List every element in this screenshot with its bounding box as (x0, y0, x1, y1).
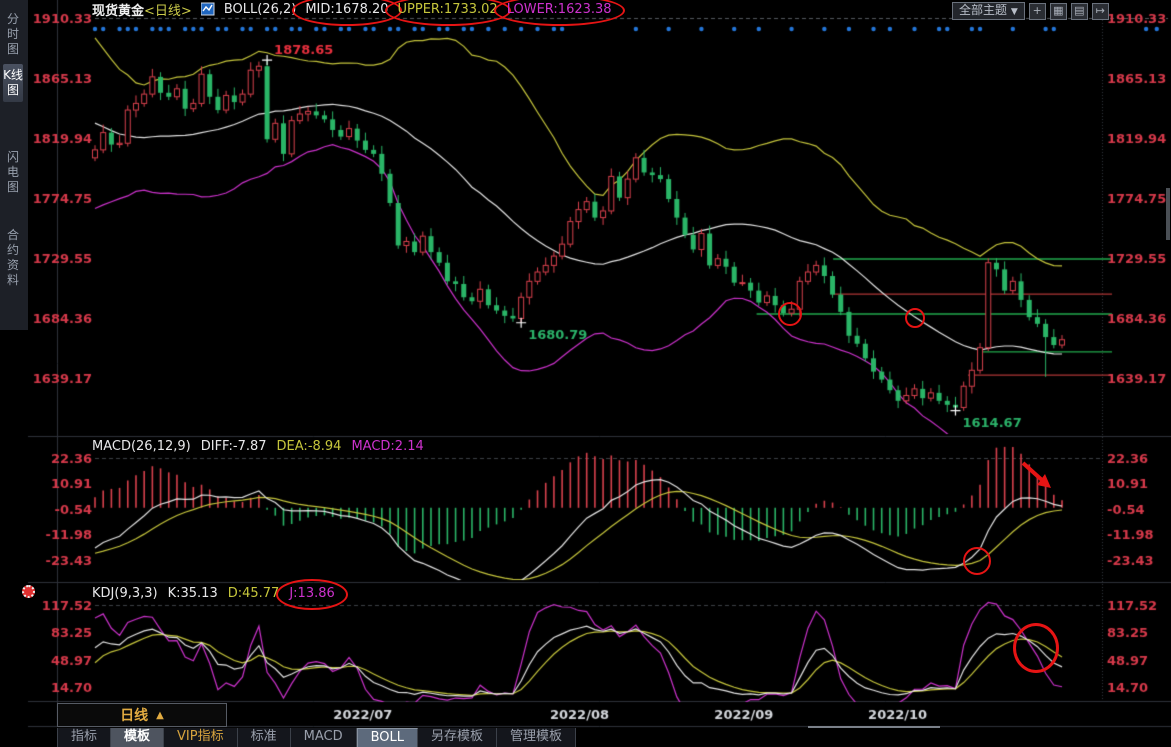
kdj-j-value: J:13.86 (289, 586, 334, 601)
kdj-title: KDJ(9,3,3) (92, 586, 158, 601)
macd-panel-header: MACD(26,12,9) DIFF:-7.87 DEA:-8.94 MACD:… (92, 439, 424, 454)
sidebar-item-flash[interactable]: 闪电图 (3, 146, 23, 199)
macd-dea-value: DEA:-8.94 (277, 439, 342, 454)
period-selector[interactable]: 日线 ▲ (57, 703, 227, 727)
boll-indicator-icon (201, 2, 215, 16)
boll-upper-value: UPPER:1733.02 (398, 2, 498, 17)
kdj-alert-icon (22, 585, 35, 598)
vertical-scrollbar-thumb[interactable] (1166, 188, 1170, 240)
sidebar-item-label: 分时图 (7, 12, 19, 56)
toolbar: 全部主题 ▼ + ▦ ▤ ↦ (952, 2, 1109, 20)
region-zoom-button[interactable]: ▦ (1050, 3, 1067, 20)
sidebar-item-kline[interactable]: K线图 (3, 64, 23, 102)
kdj-k-value: K:35.13 (168, 586, 218, 601)
period-label: 日线 (120, 705, 148, 725)
macd-diff-value: DIFF:-7.87 (201, 439, 267, 454)
symbol-name: 现货黄金 (92, 0, 144, 19)
sidebar-item-label: 合约资料 (7, 228, 19, 287)
pop-out-button[interactable]: ↦ (1092, 3, 1109, 20)
main-chart-header: 现货黄金<日线> BOLL(26,2) MID:1678.20 UPPER:17… (92, 1, 612, 17)
sidebar: 分时图 K线图 闪电图 合约资料 (0, 0, 29, 330)
kdj-panel-header: KDJ(9,3,3) K:35.13 D:45.77 J:13.86 (92, 586, 335, 601)
period-tag: <日线> (144, 0, 192, 19)
tab-templates[interactable]: 模板 (111, 728, 164, 747)
sidebar-item-timeline[interactable]: 分时图 (3, 8, 23, 61)
theme-dropdown-label: 全部主题 (959, 3, 1007, 17)
axis-zoom-button[interactable]: ▤ (1071, 3, 1088, 20)
boll-mid-value: MID:1678.20 (305, 2, 388, 17)
sidebar-item-contract-info[interactable]: 合约资料 (3, 224, 23, 292)
tab-manage-templates[interactable]: 管理模板 (497, 728, 576, 747)
tab-save-template[interactable]: 另存模板 (418, 728, 497, 747)
tab-macd[interactable]: MACD (291, 728, 357, 747)
tab-standard[interactable]: 标准 (238, 728, 291, 747)
crosshair-button[interactable]: + (1029, 3, 1046, 20)
tab-boll[interactable]: BOLL (357, 728, 418, 747)
tab-indicators[interactable]: 指标 (57, 728, 111, 747)
sidebar-item-label: K线图 (3, 68, 23, 97)
sidebar-item-label: 闪电图 (7, 150, 19, 194)
horizontal-scrollbar-thumb[interactable] (808, 726, 940, 728)
indicator-name: BOLL(26,2) (224, 2, 297, 17)
tab-vip-indicators[interactable]: VIP指标 (164, 728, 238, 747)
boll-lower-value: LOWER:1623.38 (507, 2, 612, 17)
bottom-tab-bar: 指标 模板 VIP指标 标准 MACD BOLL 另存模板 管理模板 (57, 728, 576, 747)
kdj-d-value: D:45.77 (228, 586, 280, 601)
triangle-up-icon: ▲ (156, 710, 164, 721)
theme-dropdown[interactable]: 全部主题 ▼ (952, 2, 1025, 20)
macd-title: MACD(26,12,9) (92, 439, 191, 454)
macd-macd-value: MACD:2.14 (351, 439, 423, 454)
chevron-down-icon: ▼ (1011, 7, 1018, 17)
chart-canvas[interactable] (0, 0, 1171, 747)
